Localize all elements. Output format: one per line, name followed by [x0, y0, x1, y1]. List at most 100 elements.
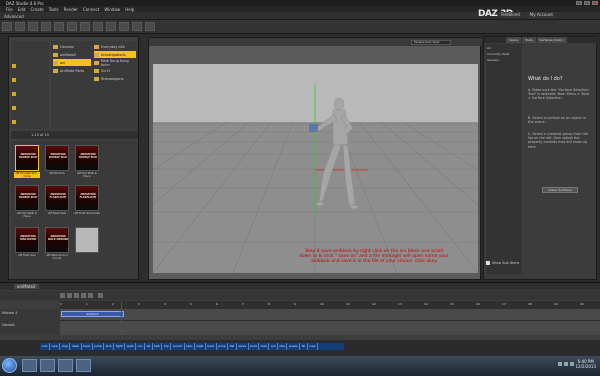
tool-icon[interactable] — [67, 22, 77, 31]
viewport[interactable]: Perspective View Step 8 save aniblock by… — [148, 37, 482, 280]
tag-item[interactable]: idle — [278, 343, 288, 350]
category-item[interactable]: Everyday Life — [94, 43, 136, 50]
tab-tools[interactable]: Tools — [522, 37, 536, 43]
tag-item[interactable]: spin — [185, 343, 195, 350]
tag-item[interactable]: wave — [237, 343, 249, 350]
tool-icon[interactable] — [106, 22, 116, 31]
track-label[interactable]: Genesis — [2, 323, 15, 327]
close-button[interactable] — [592, 1, 598, 5]
start-button[interactable] — [2, 358, 17, 373]
show-sub-items[interactable]: Show Sub Items — [486, 261, 519, 265]
list-item[interactable]: All — [487, 46, 521, 51]
tag-item[interactable]: kick — [104, 343, 115, 350]
loop-icon[interactable] — [98, 293, 103, 298]
tag-item[interactable]: hack — [82, 343, 93, 350]
tray-icon[interactable] — [570, 362, 574, 366]
list-item[interactable]: Currently Used — [487, 52, 521, 57]
tag-item[interactable]: jump — [93, 343, 105, 350]
tree-row[interactable] — [12, 105, 48, 111]
category-item[interactable]: AniMate Parts — [53, 67, 91, 74]
next-frame-icon[interactable] — [81, 293, 86, 298]
menu-connect[interactable]: Connect — [83, 7, 100, 12]
tray-icon[interactable] — [558, 362, 562, 366]
preset-thumbnail[interactable]: ANIMATION DOUBLE KICK — [45, 145, 69, 171]
tag-item[interactable]: walk — [195, 343, 206, 350]
playhead[interactable] — [121, 301, 122, 335]
aniblock[interactable]: aniblock — [61, 311, 124, 317]
tag-item[interactable]: dash — [70, 343, 82, 350]
tool-icon[interactable] — [145, 22, 155, 31]
menu-create[interactable]: Create — [30, 7, 43, 12]
tool-icon[interactable] — [15, 22, 25, 31]
tag-item[interactable]: look — [259, 343, 270, 350]
taskbar-app-icon[interactable] — [76, 359, 91, 372]
tag-item[interactable]: fall — [228, 343, 237, 350]
tool-icon[interactable] — [41, 22, 51, 31]
tool-icon[interactable] — [54, 22, 64, 31]
tag-item[interactable]: poses — [287, 343, 301, 350]
tool-icon[interactable] — [93, 22, 103, 31]
menu-tools[interactable]: Tools — [49, 7, 59, 12]
tree-row[interactable] — [12, 119, 48, 125]
last-frame-icon[interactable] — [88, 293, 93, 298]
preset-thumbnail[interactable] — [75, 227, 99, 253]
teleblend-link[interactable]: TeleBlend — [497, 12, 523, 18]
preset-thumbnail[interactable]: ANIMATION DOUBLE KICK — [15, 185, 39, 211]
category-item[interactable]: aniMate2 — [53, 51, 91, 58]
category-item[interactable]: Shenanigans — [94, 75, 136, 82]
preset-thumbnail[interactable]: ANIMATION FLASHLIGHT — [75, 185, 99, 211]
tool-icon[interactable] — [2, 22, 12, 31]
taskbar-clock[interactable]: 6:40 PM 12/2/2013 — [575, 359, 596, 369]
camera-dropdown[interactable]: Perspective View — [411, 40, 451, 45]
tag-item[interactable]: cow — [40, 343, 50, 350]
tree-row[interactable] — [12, 63, 48, 69]
tree-row[interactable] — [12, 77, 48, 83]
tool-icon[interactable] — [119, 22, 129, 31]
preset-thumbnail[interactable]: ANIMATION DOUBLE KICK — [75, 145, 99, 171]
menu-window[interactable]: Window — [104, 7, 120, 12]
my-account-link[interactable]: My Account — [526, 12, 556, 18]
tag-item[interactable]: talk — [153, 343, 163, 350]
layout-tab-advanced[interactable]: Advanced — [4, 14, 24, 19]
time-ruler[interactable]: 0 1 2 3 4 5 6 7 8 9 10 11 12 13 14 15 16 17 18 19 20 — [60, 301, 600, 309]
menu-edit[interactable]: Edit — [18, 7, 26, 12]
tag-item[interactable]: hold — [249, 343, 260, 350]
track-area[interactable]: aniblock — [60, 309, 600, 335]
tag-item[interactable]: punch — [171, 343, 185, 350]
tag-item[interactable]: new — [50, 343, 61, 350]
preset-thumbnail[interactable]: ANIMATION FLASHLIGHT — [45, 185, 69, 211]
preset-thumbnail[interactable]: ANIMATION MAN DOWN — [15, 227, 39, 253]
minimize-button[interactable] — [576, 1, 582, 5]
tag-item[interactable]: new — [308, 343, 319, 350]
category-item[interactable]: Genesis — [53, 43, 91, 50]
list-item[interactable]: Genesis — [487, 58, 521, 63]
tag-item[interactable]: bent — [206, 343, 217, 350]
menu-help[interactable]: Help — [125, 7, 134, 12]
category-item-selected[interactable]: ani — [53, 59, 91, 66]
tag-item[interactable]: trip — [162, 343, 172, 350]
taskbar-app-icon[interactable] — [40, 359, 55, 372]
category-item-selected[interactable]: Investigations — [94, 51, 136, 58]
menu-file[interactable]: File — [6, 7, 13, 12]
tag-item[interactable]: ani — [269, 343, 278, 350]
tool-icon[interactable] — [28, 22, 38, 31]
video-surfaces-button[interactable]: Video: Surfaces — [542, 187, 578, 193]
tag-item[interactable]: sit — [145, 343, 153, 350]
preset-thumbnail[interactable]: ANIMATION DOUBLE KICK — [15, 145, 39, 171]
play-icon[interactable] — [74, 293, 79, 298]
tag-item[interactable]: jump — [217, 343, 229, 350]
tag-item[interactable]: fight — [114, 343, 126, 350]
menu-render[interactable]: Render — [64, 7, 78, 12]
tag-item[interactable]: walk — [125, 343, 137, 350]
category-item[interactable]: Male Kung Kung Anim — [94, 59, 136, 67]
tag-item[interactable]: clap — [60, 343, 71, 350]
prev-frame-icon[interactable] — [67, 293, 72, 298]
tree-row[interactable] — [12, 91, 48, 97]
tag-item[interactable]: tkl — [300, 343, 308, 350]
tool-icon[interactable] — [80, 22, 90, 31]
preset-thumbnail[interactable]: ANIMATION WALK AROUND — [45, 227, 69, 253]
first-frame-icon[interactable] — [60, 293, 65, 298]
tag-item[interactable]: run — [136, 343, 146, 350]
tab-animate2[interactable]: aniMate2 — [14, 284, 39, 289]
taskbar-app-icon[interactable] — [58, 359, 73, 372]
